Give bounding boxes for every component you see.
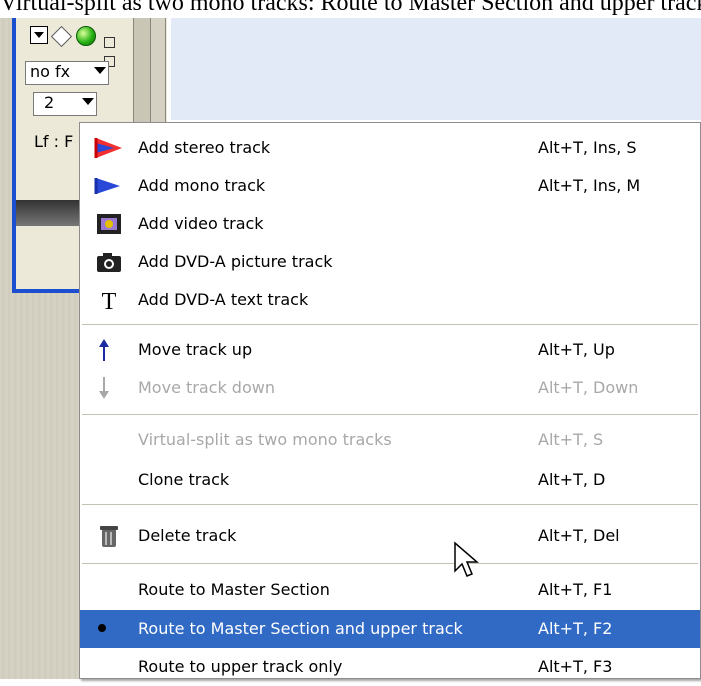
context-menu: Add stereo track Alt+T, Ins, S Add mono … bbox=[79, 122, 701, 679]
track-menu-button[interactable] bbox=[30, 26, 48, 44]
menu-item-add-video-track[interactable]: Add video track bbox=[80, 205, 700, 243]
menu-item-shortcut: Alt+T, F1 bbox=[538, 580, 613, 599]
menu-item-shortcut: Alt+T, S bbox=[538, 430, 604, 449]
menu-item-add-mono-track[interactable]: Add mono track Alt+T, Ins, M bbox=[80, 167, 700, 205]
menu-item-label: Delete track bbox=[138, 526, 237, 545]
film-icon bbox=[94, 211, 124, 237]
trash-can-icon bbox=[94, 523, 124, 549]
menu-item-shortcut: Alt+T, D bbox=[538, 470, 606, 489]
menu-item-route-master[interactable]: Route to Master Section Alt+T, F1 bbox=[80, 571, 700, 609]
menu-item-shortcut: Alt+T, F3 bbox=[538, 657, 613, 676]
menu-item-move-track-down[interactable]: Move track down Alt+T, Down bbox=[80, 369, 700, 407]
chevron-down-icon bbox=[94, 67, 106, 74]
menu-item-shortcut: Alt+T, Del bbox=[538, 526, 620, 545]
menu-item-delete-track[interactable]: Delete track Alt+T, Del bbox=[80, 517, 700, 555]
chevron-down-icon bbox=[82, 98, 94, 105]
menu-separator bbox=[82, 324, 698, 326]
arrow-down-icon bbox=[94, 375, 124, 401]
svg-text:T: T bbox=[102, 289, 117, 313]
menu-separator bbox=[82, 504, 698, 506]
number-select[interactable]: 2 bbox=[33, 92, 97, 116]
menu-item-shortcut: Alt+T, Ins, M bbox=[538, 176, 641, 195]
menu-item-add-stereo-track[interactable]: Add stereo track Alt+T, Ins, S bbox=[80, 129, 700, 167]
menu-item-virtual-split[interactable]: Virtual-split as two mono tracks Alt+T, … bbox=[80, 421, 700, 459]
track-color-icon[interactable] bbox=[76, 26, 96, 46]
lf-label: Lf : F bbox=[34, 132, 74, 151]
menu-item-label: Move track up bbox=[138, 340, 253, 359]
menu-item-add-dvd-text-track[interactable]: T Add DVD-A text track bbox=[80, 281, 700, 319]
menu-separator bbox=[82, 414, 698, 416]
menu-item-route-master-upper[interactable]: Route to Master Section and upper track … bbox=[80, 610, 700, 648]
menu-item-label: Add DVD-A picture track bbox=[138, 252, 333, 271]
menu-item-label: Clone track bbox=[138, 470, 230, 489]
bullet-icon bbox=[94, 616, 124, 642]
track-small-buttons[interactable] bbox=[104, 33, 126, 67]
menu-item-shortcut: Alt+T, Down bbox=[538, 378, 639, 397]
page-caption: Virtual-split as two mono tracks: Route … bbox=[0, 0, 701, 16]
mouse-cursor-icon bbox=[454, 541, 480, 577]
menu-item-label: Move track down bbox=[138, 378, 275, 397]
menu-separator bbox=[82, 563, 698, 565]
chevron-down-icon bbox=[34, 32, 44, 38]
mono-waveform-icon bbox=[94, 173, 124, 199]
menu-item-label: Virtual-split as two mono tracks bbox=[138, 430, 392, 449]
number-select-value: 2 bbox=[44, 93, 55, 112]
menu-item-label: Route to upper track only bbox=[138, 657, 343, 676]
fx-select[interactable]: no fx bbox=[25, 61, 109, 85]
menu-item-clone-track[interactable]: Clone track Alt+T, D bbox=[80, 461, 700, 499]
menu-item-label: Add DVD-A text track bbox=[138, 290, 309, 309]
menu-item-move-track-up[interactable]: Move track up Alt+T, Up bbox=[80, 331, 700, 369]
waveform-area[interactable] bbox=[171, 18, 701, 120]
menu-item-label: Route to Master Section bbox=[138, 580, 330, 599]
text-t-icon: T bbox=[94, 287, 124, 315]
arrow-up-icon bbox=[94, 337, 124, 363]
menu-item-shortcut: Alt+T, F2 bbox=[538, 619, 613, 638]
menu-item-label: Add video track bbox=[138, 214, 264, 233]
camera-icon bbox=[94, 249, 124, 275]
fx-select-value: no fx bbox=[30, 62, 71, 81]
menu-item-label: Add mono track bbox=[138, 176, 266, 195]
menu-item-label: Add stereo track bbox=[138, 138, 271, 157]
menu-item-shortcut: Alt+T, Ins, S bbox=[538, 138, 637, 157]
menu-item-add-dvd-picture-track[interactable]: Add DVD-A picture track bbox=[80, 243, 700, 281]
menu-item-label: Route to Master Section and upper track bbox=[138, 619, 463, 638]
menu-item-route-upper-only[interactable]: Route to upper track only Alt+T, F3 bbox=[80, 648, 700, 686]
menu-item-shortcut: Alt+T, Up bbox=[538, 340, 615, 359]
stereo-waveform-icon bbox=[94, 135, 124, 161]
